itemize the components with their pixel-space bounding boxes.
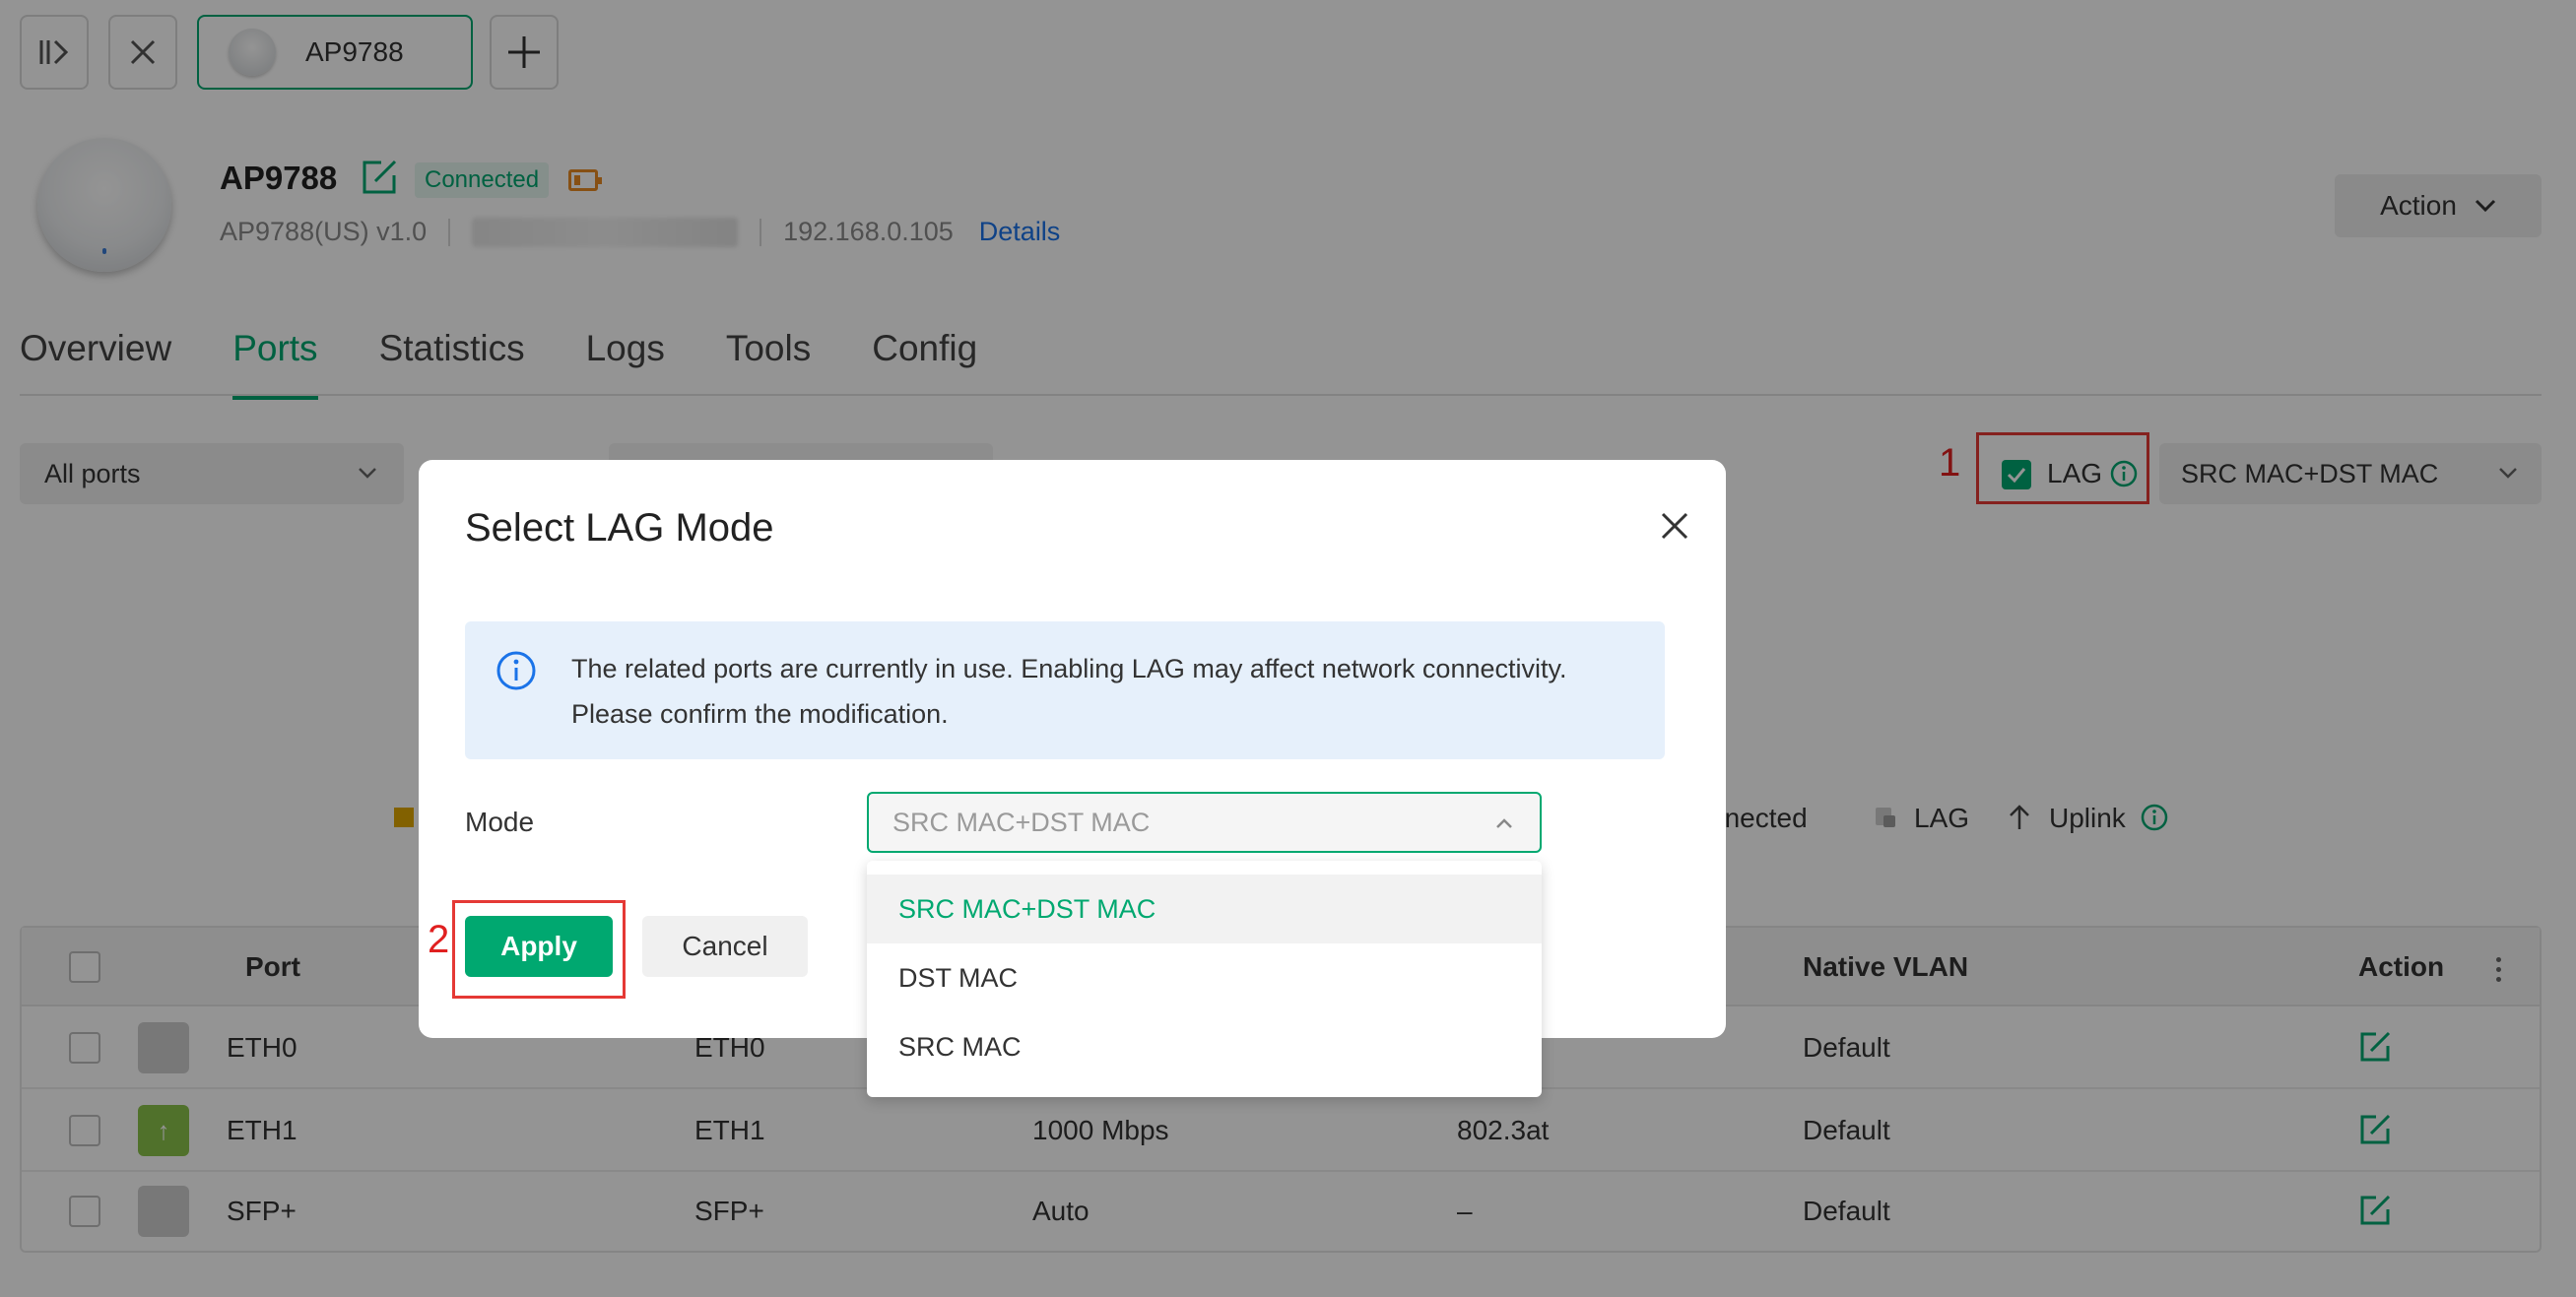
- cancel-button[interactable]: Cancel: [642, 916, 808, 977]
- annotation-box-apply: [452, 900, 626, 999]
- mode-label: Mode: [465, 807, 535, 837]
- mode-option-dst-mac[interactable]: DST MAC: [867, 943, 1542, 1012]
- mode-select[interactable]: SRC MAC+DST MAC: [867, 792, 1542, 853]
- mode-option-src-dst-mac[interactable]: SRC MAC+DST MAC: [867, 875, 1542, 943]
- warning-line-1: The related ports are currently in use. …: [571, 654, 1567, 683]
- chevron-up-icon: [1496, 818, 1512, 828]
- warning-message: The related ports are currently in use. …: [465, 621, 1665, 759]
- annotation-step-2: 2: [428, 918, 450, 961]
- close-icon[interactable]: [1655, 506, 1694, 546]
- info-icon: [496, 651, 536, 690]
- dialog-title: Select LAG Mode: [465, 506, 774, 550]
- warning-line-2: Please confirm the modification.: [571, 699, 949, 729]
- mode-option-src-mac[interactable]: SRC MAC: [867, 1012, 1542, 1081]
- mode-select-value: SRC MAC+DST MAC: [892, 807, 1151, 837]
- mode-dropdown-menu: SRC MAC+DST MAC DST MAC SRC MAC: [867, 861, 1542, 1097]
